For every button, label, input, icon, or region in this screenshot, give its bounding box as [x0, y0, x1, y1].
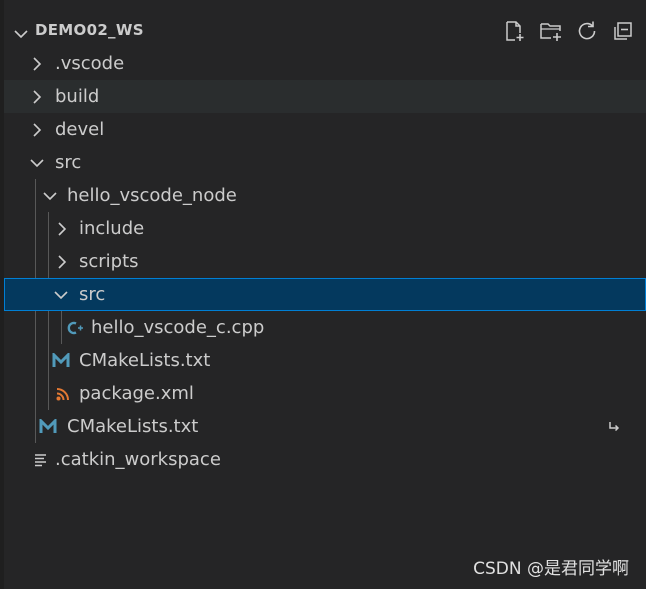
new-folder-icon[interactable]	[538, 18, 564, 44]
chevron-right-icon	[57, 212, 67, 245]
chevron-right-icon	[32, 80, 42, 113]
indent-guide	[48, 245, 49, 278]
cmake-icon	[52, 344, 70, 377]
indent-guide	[35, 212, 36, 245]
new-file-icon[interactable]	[502, 18, 528, 44]
tree-item-hello-vscode-c-cpp[interactable]: hello_vscode_c.cpp	[4, 311, 646, 344]
tree-item-label: .catkin_workspace	[55, 449, 221, 470]
chevron-down-icon	[54, 278, 68, 311]
chevron-down-icon	[30, 146, 44, 179]
chevron-right-icon	[32, 47, 42, 80]
tree-item-label: scripts	[79, 251, 139, 272]
tree-item-devel[interactable]: devel	[4, 113, 646, 146]
chevron-down-icon	[43, 179, 57, 212]
tree-item-label: build	[55, 86, 100, 107]
xml-rss-icon	[55, 377, 71, 410]
tree-item-label: hello_vscode_node	[67, 185, 237, 206]
tree-item-cmakelists-src[interactable]: CMakeLists.txt	[4, 410, 646, 443]
tree-item-label: CMakeLists.txt	[79, 350, 211, 371]
indent-guide	[48, 377, 49, 410]
indent-guide	[48, 212, 49, 245]
tree-item-hello-vscode-node[interactable]: hello_vscode_node	[4, 179, 646, 212]
tree-item-scripts[interactable]: scripts	[4, 245, 646, 278]
cmake-icon	[39, 410, 57, 443]
tree-item-label: src	[79, 284, 106, 305]
tree-item-package-xml[interactable]: package.xml	[4, 377, 646, 410]
tree-item-catkin-workspace[interactable]: .catkin_workspace	[4, 443, 646, 476]
explorer-panel: DEMO02_WS .vscode build devel src hello_…	[0, 0, 646, 589]
tree-item-label: devel	[55, 119, 105, 140]
tree-item-label: src	[55, 152, 82, 173]
collapse-all-icon[interactable]	[610, 18, 636, 44]
tree-item-vscode[interactable]: .vscode	[4, 47, 646, 80]
indent-guide	[35, 179, 36, 212]
explorer-actions	[502, 18, 636, 44]
indent-guide	[35, 410, 36, 443]
chevron-right-icon	[32, 113, 42, 146]
tree-item-src[interactable]: src	[4, 146, 646, 179]
symlink-arrow-icon	[608, 410, 620, 443]
indent-guide	[48, 311, 49, 344]
tree-item-include[interactable]: include	[4, 212, 646, 245]
workspace-title: DEMO02_WS	[35, 21, 144, 39]
text-lines-icon	[33, 443, 49, 476]
indent-guide	[35, 245, 36, 278]
tree-item-label: .vscode	[55, 53, 125, 74]
csdn-watermark: CSDN @是君同学啊	[473, 559, 629, 579]
chevron-right-icon	[57, 245, 67, 278]
indent-guide	[35, 311, 36, 344]
tree-item-build[interactable]: build	[4, 80, 646, 113]
cpp-icon	[66, 311, 84, 344]
refresh-icon[interactable]	[574, 18, 600, 44]
tree-item-label: CMakeLists.txt	[67, 416, 199, 437]
tree-item-label: package.xml	[79, 383, 194, 404]
file-tree: .vscode build devel src hello_vscode_nod…	[4, 47, 646, 476]
indent-guide	[35, 377, 36, 410]
indent-guide	[61, 311, 62, 344]
indent-guide	[35, 344, 36, 377]
explorer-header[interactable]: DEMO02_WS	[4, 14, 646, 48]
indent-guide	[48, 344, 49, 377]
tree-item-cmakelists-node[interactable]: CMakeLists.txt	[4, 344, 646, 377]
chevron-down-icon[interactable]	[14, 24, 28, 43]
tree-item-src-selected[interactable]: src	[4, 278, 646, 311]
tree-item-label: include	[79, 218, 145, 239]
tree-item-label: hello_vscode_c.cpp	[91, 317, 265, 338]
